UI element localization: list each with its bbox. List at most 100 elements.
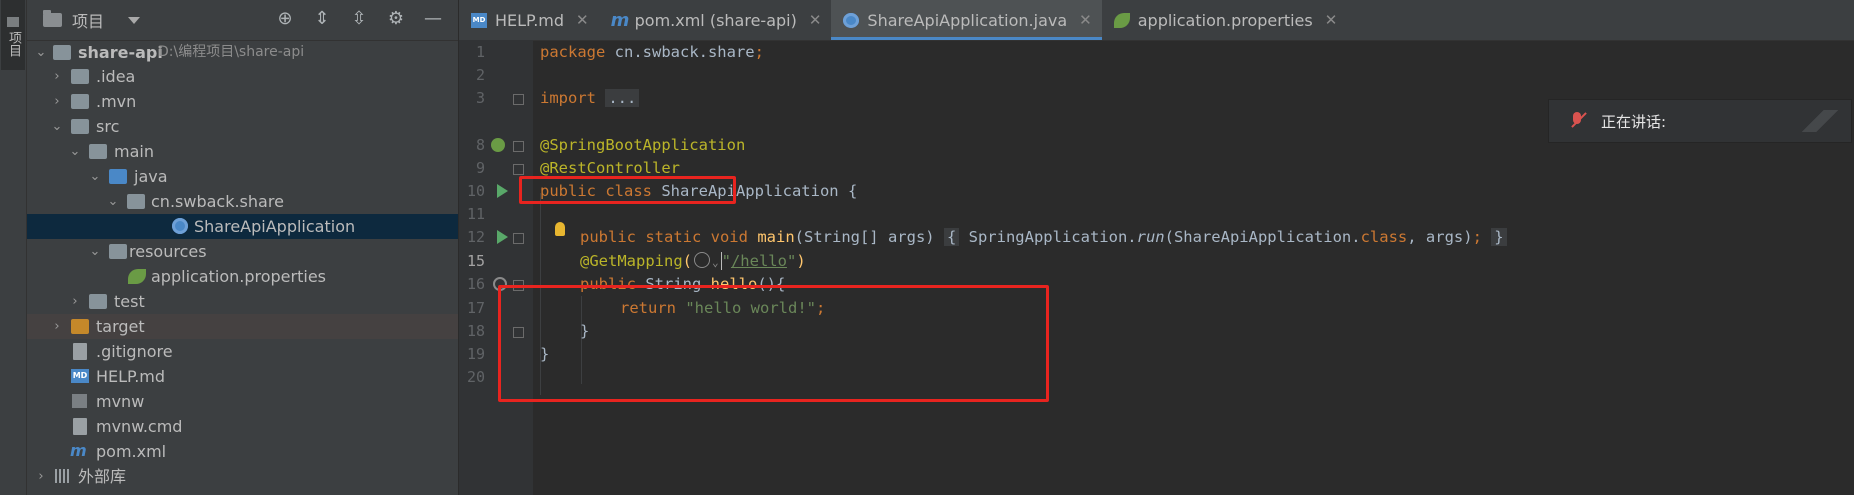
tab-help-md[interactable]: MD HELP.md ✕	[459, 0, 599, 40]
tab-pom-xml[interactable]: m pom.xml (share-api) ✕	[599, 0, 832, 40]
folder-icon	[89, 294, 107, 309]
file-icon	[73, 418, 87, 435]
chevron-down-icon[interactable]: ⌄	[69, 139, 81, 164]
folder-icon	[43, 10, 62, 27]
tree-item-mvnw[interactable]: mvnw	[27, 389, 458, 414]
close-icon[interactable]: ✕	[1079, 11, 1092, 29]
tree-item-target[interactable]: › target	[27, 314, 458, 339]
chevron-down-icon[interactable]: ⌄	[89, 239, 101, 264]
collapse-all-icon[interactable]: ⇳	[348, 8, 370, 29]
project-panel: 项目 ⊕ ⇕ ⇳ ⚙ — ⌄ share-api D:\编程项目\share-a…	[27, 0, 459, 495]
tree-item-label: 外部库	[78, 467, 127, 486]
code-text: public static void main(String[] args) {…	[580, 226, 1507, 249]
project-view-title[interactable]: 项目	[72, 8, 104, 32]
tree-item-mvn[interactable]: › .mvn	[27, 89, 458, 114]
chevron-right-icon[interactable]: ›	[51, 89, 63, 114]
tree-item-main[interactable]: ⌄ main	[27, 139, 458, 164]
tab-shareapiapplication-java[interactable]: ShareApiApplication.java ✕	[831, 0, 1103, 40]
fold-icon[interactable]	[513, 164, 524, 175]
expand-all-icon[interactable]: ⇕	[311, 8, 333, 29]
tree-item-help-md[interactable]: MD HELP.md	[27, 364, 458, 389]
line-number: 15	[466, 252, 485, 270]
code-text: import ...	[540, 87, 640, 110]
tree-item-label: mvnw	[96, 392, 145, 411]
source-folder-icon	[109, 169, 127, 184]
gear-icon[interactable]: ⚙	[385, 8, 407, 29]
line-number: 19	[466, 345, 485, 363]
globe-icon[interactable]	[694, 252, 710, 268]
spring-boot-class-icon	[843, 12, 860, 28]
chevron-down-icon[interactable]: ⌄	[51, 114, 63, 139]
folded-imports[interactable]: ...	[605, 89, 640, 107]
chevron-down-icon[interactable]: ⌄	[35, 41, 47, 66]
tab-label: HELP.md	[495, 10, 565, 30]
tree-item-package[interactable]: ⌄ cn.swback.share	[27, 189, 458, 214]
close-icon[interactable]: ✕	[809, 11, 822, 29]
project-tool-tab[interactable]: 项目	[1, 0, 25, 70]
tree-item-label: share-api	[78, 43, 163, 62]
tree-item-mvnw-cmd[interactable]: mvnw.cmd	[27, 414, 458, 439]
tree-item-label: mvnw.cmd	[96, 417, 183, 436]
speaking-label: 正在讲话:	[1601, 112, 1667, 131]
tree-item-resources[interactable]: ⌄ resources	[27, 239, 458, 264]
run-icon[interactable]	[497, 230, 508, 244]
spring-boot-class-icon	[172, 218, 188, 234]
tree-item-gitignore[interactable]: .gitignore	[27, 339, 458, 364]
tab-application-properties[interactable]: application.properties ✕	[1102, 0, 1348, 40]
chevron-right-icon[interactable]: ›	[35, 464, 47, 489]
code-editor: MD HELP.md ✕ m pom.xml (share-api) ✕ Sha…	[459, 0, 1854, 495]
lightbulb-icon[interactable]	[555, 222, 565, 236]
fold-icon[interactable]	[513, 233, 524, 244]
code-line-11[interactable]: 11	[459, 203, 1854, 226]
package-icon	[127, 194, 145, 209]
tree-item-pom-xml[interactable]: m pom.xml	[27, 439, 458, 464]
chevron-right-icon[interactable]: ›	[51, 64, 63, 89]
tree-item-java[interactable]: ⌄ java	[27, 164, 458, 189]
tree-item-shareapiapplication[interactable]: ShareApiApplication	[27, 214, 458, 239]
line-number: 16	[466, 275, 485, 293]
code-line-1[interactable]: 1 package cn.swback.share;	[459, 41, 1854, 64]
tree-item-external-libraries[interactable]: › 外部库	[27, 464, 458, 489]
run-icon[interactable]	[497, 184, 508, 198]
markdown-icon: MD	[71, 369, 89, 383]
locate-icon[interactable]: ⊕	[274, 8, 296, 29]
chevron-right-icon[interactable]: ›	[69, 289, 81, 314]
maven-icon: m	[610, 9, 630, 31]
tool-window-strip: 项目	[0, 0, 27, 495]
line-number: 20	[466, 368, 485, 386]
close-icon[interactable]: ✕	[576, 11, 589, 29]
spring-properties-icon	[128, 269, 146, 284]
spring-bean-icon[interactable]	[491, 138, 505, 152]
line-number: 10	[466, 182, 485, 200]
markdown-icon: MD	[471, 12, 487, 28]
close-icon[interactable]: ✕	[1325, 11, 1338, 29]
tree-item-src[interactable]: ⌄ src	[27, 114, 458, 139]
chevron-down-icon[interactable]: ⌄	[712, 256, 719, 269]
line-number: 18	[466, 322, 485, 340]
code-text: @GetMapping(⌄ "/hello")	[580, 252, 806, 270]
voice-call-bar[interactable]: 正在讲话:	[1548, 99, 1852, 143]
tree-item-test[interactable]: › test	[27, 289, 458, 314]
tree-item-label: resources	[129, 242, 207, 261]
fold-icon[interactable]	[513, 141, 524, 152]
terminal-file-icon	[72, 394, 87, 408]
tree-item-application-properties[interactable]: application.properties	[27, 264, 458, 289]
chevron-down-icon[interactable]	[128, 16, 141, 24]
resources-folder-icon	[109, 244, 127, 259]
code-line-2[interactable]: 2	[459, 64, 1854, 87]
tree-item-idea[interactable]: › .idea	[27, 64, 458, 89]
code-line-12[interactable]: 12 public static void main(String[] args…	[459, 222, 1854, 249]
code-line-15[interactable]: 15 @GetMapping(⌄ "/hello")	[459, 250, 1854, 273]
folder-icon	[71, 94, 89, 109]
minimize-icon[interactable]: —	[422, 8, 444, 29]
project-panel-header: 项目 ⊕ ⇕ ⇳ ⚙ —	[27, 0, 458, 41]
chevron-right-icon[interactable]: ›	[51, 314, 63, 339]
fold-icon[interactable]	[513, 94, 524, 105]
tree-item-label: java	[134, 167, 168, 186]
muted-microphone-icon[interactable]	[1569, 112, 1585, 130]
tree-item-share-api[interactable]: ⌄ share-api D:\编程项目\share-api	[27, 41, 458, 64]
chevron-down-icon[interactable]: ⌄	[107, 189, 119, 214]
chevron-down-icon[interactable]: ⌄	[89, 164, 101, 189]
tree-item-label: HELP.md	[96, 367, 166, 386]
tree-item-label: pom.xml	[96, 442, 167, 461]
